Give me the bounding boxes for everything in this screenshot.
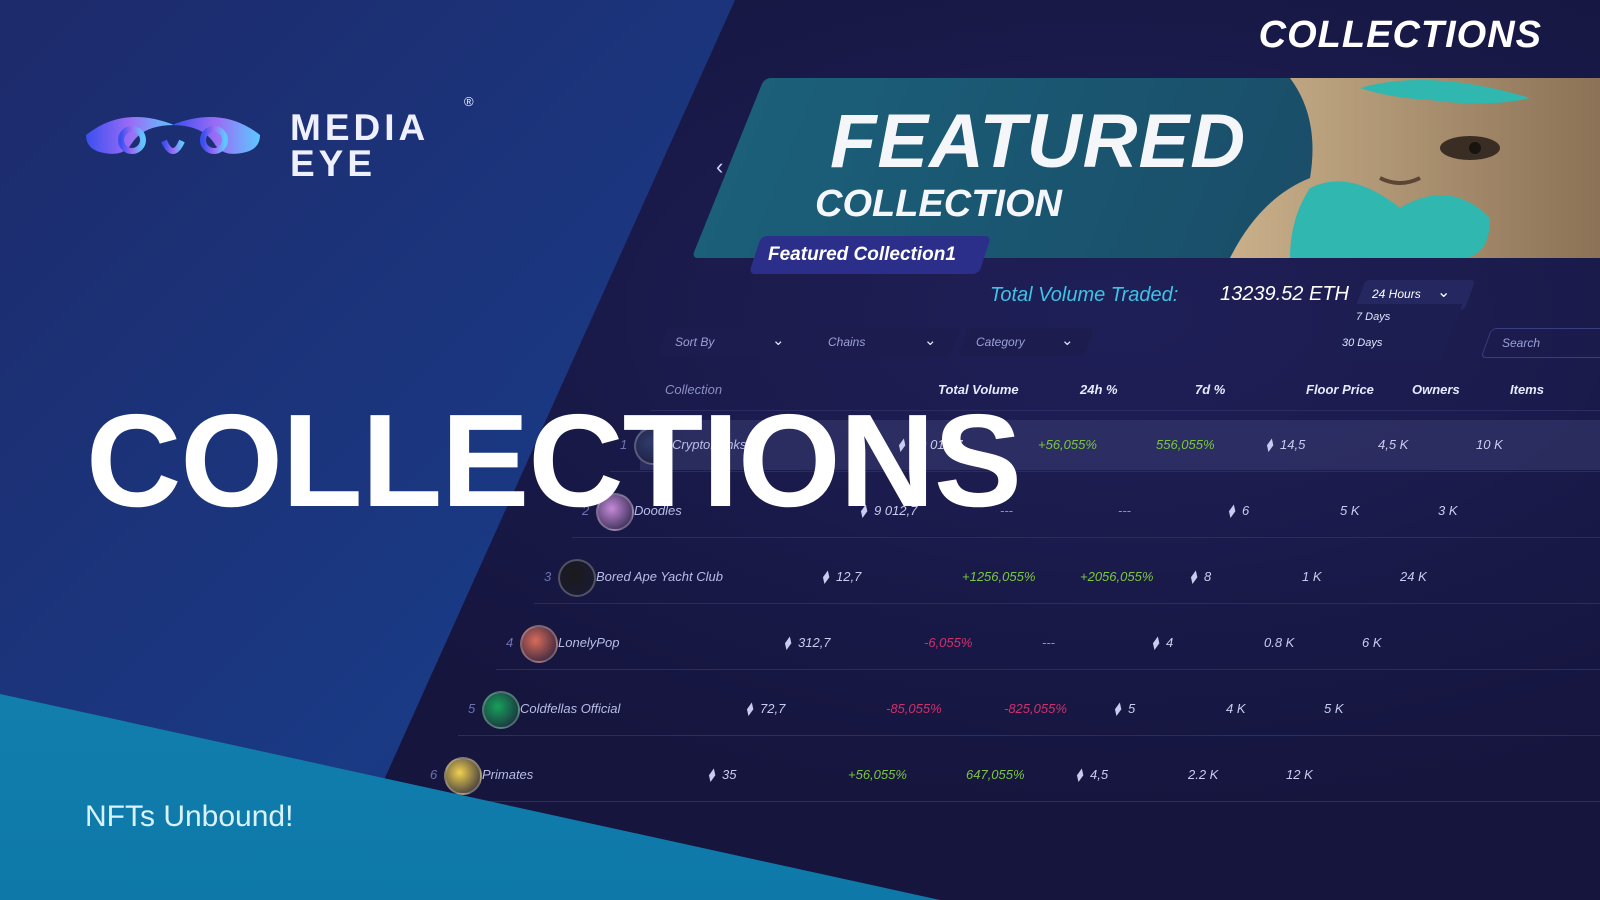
row-divider: [458, 735, 1600, 736]
eth-icon: ⧫: [1228, 503, 1235, 518]
hero-title: COLLECTIONS: [86, 387, 1022, 534]
change-24h-value: +56,055%: [848, 767, 907, 782]
items-value: 5 K: [1324, 701, 1344, 716]
total-volume-value: 12,7: [836, 569, 862, 584]
change-7d-value: ---: [1042, 635, 1055, 650]
floor-price-value: 5: [1128, 701, 1136, 716]
row-divider: [496, 669, 1600, 670]
brand-name: MEDIA EYE: [290, 107, 430, 184]
collection-avatar[interactable]: [444, 757, 482, 795]
registered-mark: ®: [464, 94, 474, 109]
change-7d-value: 556,055%: [1156, 437, 1215, 452]
period-option-7-days[interactable]: 7 Days: [1356, 311, 1390, 323]
chevron-down-icon: ⌄: [772, 332, 785, 349]
floor-price-value: 6: [1242, 503, 1250, 518]
change-7d-value: -825,055%: [1004, 701, 1067, 716]
change-24h-value: +56,055%: [1038, 437, 1097, 452]
row-divider: [420, 801, 1600, 802]
category-label: Category: [976, 335, 1025, 349]
eth-icon: ⧫: [1152, 635, 1159, 650]
row-divider: [534, 603, 1600, 604]
total-volume-value: 312,7: [798, 635, 831, 650]
total-volume-value: 13239.52 ETH: [1220, 283, 1349, 305]
eth-icon: ⧫: [784, 635, 791, 650]
header-owners[interactable]: Owners: [1412, 382, 1460, 397]
eth-icon: ⧫: [708, 767, 715, 782]
chevron-left-icon[interactable]: ‹: [716, 154, 723, 180]
period-dropdown-value: 24 Hours: [1372, 287, 1421, 301]
items-value: 3 K: [1438, 503, 1458, 518]
change-24h-value: +1256,055%: [962, 569, 1036, 584]
eth-icon: ⧫: [1114, 701, 1121, 716]
eth-icon: ⧫: [822, 569, 829, 584]
collection-name: Coldfellas Official: [520, 701, 621, 716]
items-value: 12 K: [1286, 767, 1313, 782]
owners-value: 2.2 K: [1188, 767, 1219, 782]
row-rank: 5: [468, 701, 476, 716]
brand-name-line1: MEDIA: [290, 107, 430, 148]
owners-value: 5 K: [1340, 503, 1360, 518]
search-input[interactable]: [1480, 328, 1600, 358]
change-7d-value: 647,055%: [966, 767, 1025, 782]
change-24h-value: -6,055%: [924, 635, 973, 650]
owners-value: 0.8 K: [1264, 635, 1295, 650]
eth-icon: ⧫: [1266, 437, 1273, 452]
brand-name-line2: EYE: [290, 143, 377, 184]
change-7d-value: +2056,055%: [1080, 569, 1154, 584]
floor-price-value: 4,5: [1090, 767, 1109, 782]
collection-avatar[interactable]: [520, 625, 558, 663]
collection-name: LonelyPop: [558, 635, 620, 650]
collection-name: Primates: [482, 767, 534, 782]
header-items[interactable]: Items: [1510, 382, 1544, 397]
eth-icon: ⧫: [1076, 767, 1083, 782]
eth-icon: ⧫: [746, 701, 753, 716]
row-rank: 6: [430, 767, 438, 782]
total-volume-value: 35: [722, 767, 737, 782]
items-value: 24 K: [1400, 569, 1427, 584]
row-rank: 3: [544, 569, 552, 584]
search-placeholder: Search: [1502, 336, 1541, 350]
period-dropdown-menu: [1331, 304, 1463, 360]
chains-label: Chains: [828, 335, 866, 349]
change-7d-value: ---: [1118, 503, 1131, 518]
featured-heading: FEATURED: [830, 99, 1247, 184]
header-7d[interactable]: 7d %: [1195, 382, 1225, 397]
total-volume-value: 72,7: [760, 701, 786, 716]
header-24h[interactable]: 24h %: [1080, 382, 1118, 397]
owners-value: 4 K: [1226, 701, 1246, 716]
collection-name: Bored Ape Yacht Club: [596, 569, 723, 584]
chevron-down-icon: ⌄: [1061, 332, 1074, 349]
period-option-30-days[interactable]: 30 Days: [1342, 337, 1382, 349]
row-rank: 4: [506, 635, 514, 650]
floor-price-value: 4: [1166, 635, 1174, 650]
collection-avatar[interactable]: [558, 559, 596, 597]
collection-avatar[interactable]: [482, 691, 520, 729]
total-volume-label: Total Volume Traded:: [990, 284, 1179, 306]
change-24h-value: -85,055%: [886, 701, 942, 716]
owners-value: 1 K: [1302, 569, 1322, 584]
floor-price-value: 8: [1204, 569, 1212, 584]
chevron-down-icon: ⌄: [1437, 284, 1451, 301]
owners-value: 4,5 K: [1378, 437, 1409, 452]
featured-subheading: COLLECTION: [815, 183, 1062, 225]
tagline: NFTs Unbound!: [85, 800, 294, 833]
items-value: 10 K: [1476, 437, 1503, 452]
floor-price-value: 14,5: [1280, 437, 1306, 452]
row-divider: [572, 537, 1600, 538]
sort-by-label: Sort By: [675, 335, 715, 349]
featured-collection-label: Featured Collection1: [768, 244, 956, 265]
header-floor-price[interactable]: Floor Price: [1306, 382, 1374, 397]
page-title: COLLECTIONS: [1258, 14, 1542, 56]
items-value: 6 K: [1362, 635, 1382, 650]
chevron-down-icon: ⌄: [924, 332, 937, 349]
featured-artwork: [1230, 78, 1600, 258]
eth-icon: ⧫: [1190, 569, 1197, 584]
